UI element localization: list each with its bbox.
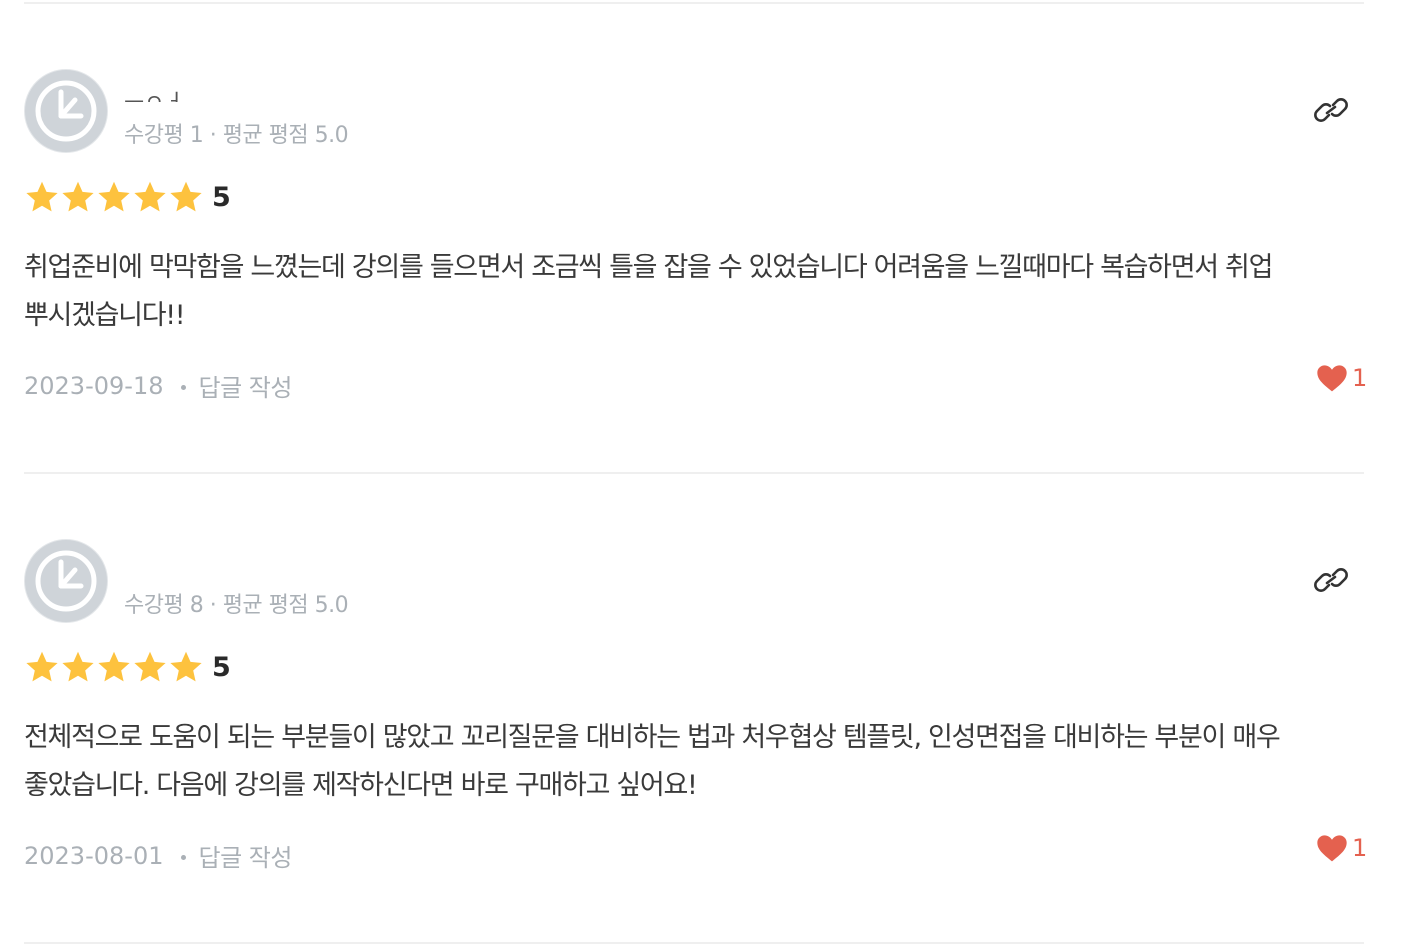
user-stats: 수강평 8 · 평균 평점 5.0	[124, 593, 349, 618]
star-rating: 5	[24, 178, 231, 216]
link-icon	[1314, 568, 1348, 592]
star-icon	[134, 181, 166, 212]
link-icon	[1314, 98, 1348, 122]
star-icon	[26, 181, 58, 212]
copy-link-button[interactable]	[1310, 564, 1352, 596]
review-meta: 2023-08-01 답글 작성	[24, 838, 292, 873]
star-icon	[170, 651, 202, 682]
review-item: 수강평 8 · 평균 평점 5.0 5 전체적으로 도움이 되는 부분들이 많았…	[0, 470, 1420, 940]
star-icon	[170, 181, 202, 212]
separator-dot	[181, 385, 187, 390]
avatar[interactable]	[24, 69, 108, 153]
review-body: 전체적으로 도움이 되는 부분들이 많았고 꼬리질문을 대비하는 법과 처우협상…	[24, 722, 1281, 801]
reply-button[interactable]: 답글 작성	[198, 368, 292, 403]
rating-value: 5	[212, 181, 231, 213]
review-date: 2023-08-01	[24, 841, 164, 870]
star-icon	[98, 651, 130, 682]
like-count: 1	[1352, 364, 1368, 392]
review-meta: 2023-09-18 답글 작성	[24, 368, 292, 403]
review-date: 2023-09-18	[24, 371, 164, 400]
avatar-placeholder-icon	[35, 80, 97, 142]
copy-link-button[interactable]	[1310, 94, 1352, 126]
star-icon	[62, 651, 94, 682]
user-stats: 수강평 1 · 평균 평점 5.0	[124, 123, 349, 148]
star-icon	[98, 181, 130, 212]
avatar-placeholder-icon	[35, 550, 97, 612]
like-button[interactable]: 1	[1316, 363, 1367, 393]
review-item: ㅡㅇㅓ 수강평 1 · 평균 평점 5.0 5 취업준비에 막막함을 느꼈는데 …	[0, 0, 1420, 470]
star-icon	[62, 181, 94, 212]
star-rating: 5	[24, 648, 231, 686]
heart-icon	[1317, 365, 1347, 392]
like-count: 1	[1352, 834, 1368, 862]
rating-value: 5	[212, 651, 231, 683]
user-name[interactable]: ㅡㅇㅓ	[124, 84, 185, 102]
star-icon	[26, 651, 58, 682]
avatar[interactable]	[24, 539, 108, 623]
separator-dot	[181, 855, 187, 860]
star-icon	[134, 651, 166, 682]
review-body: 취업준비에 막막함을 느꼈는데 강의를 들으면서 조금씩 틀을 잡을 수 있었습…	[24, 252, 1273, 331]
like-button[interactable]: 1	[1316, 833, 1367, 863]
heart-icon	[1317, 835, 1347, 862]
bottom-divider	[24, 942, 1364, 944]
reply-button[interactable]: 답글 작성	[198, 838, 292, 873]
